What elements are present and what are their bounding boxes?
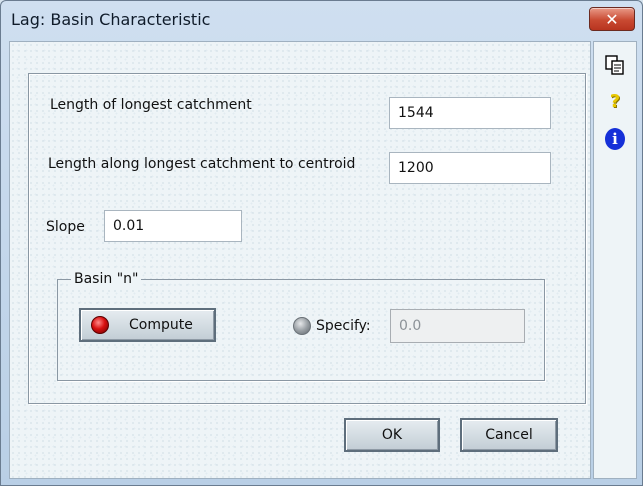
copy-tool-button[interactable] bbox=[602, 52, 628, 78]
length-centroid-label: Length along longest catchment to centro… bbox=[48, 156, 356, 172]
compute-radio-button[interactable]: Compute bbox=[79, 308, 216, 342]
info-icon: i bbox=[605, 128, 625, 150]
cancel-button[interactable]: Cancel bbox=[460, 418, 558, 452]
info-tool-button[interactable]: i bbox=[602, 126, 628, 152]
ok-label: OK bbox=[381, 427, 403, 443]
window-title: Lag: Basin Characteristic bbox=[11, 10, 211, 29]
ok-button[interactable]: OK bbox=[344, 418, 440, 452]
help-icon: ? bbox=[609, 90, 621, 112]
specify-radio-icon[interactable] bbox=[293, 317, 311, 335]
slope-input[interactable] bbox=[104, 210, 242, 242]
title-bar[interactable]: Lag: Basin Characteristic ✕ bbox=[1, 1, 642, 41]
basin-n-group-label: Basin "n" bbox=[71, 271, 142, 287]
compute-led-icon bbox=[91, 316, 109, 334]
compute-label: Compute bbox=[129, 317, 193, 333]
specify-input bbox=[390, 309, 525, 343]
side-toolbar: ? i bbox=[593, 41, 637, 479]
close-icon: ✕ bbox=[605, 9, 619, 29]
close-button[interactable]: ✕ bbox=[589, 7, 635, 31]
cancel-label: Cancel bbox=[485, 427, 533, 443]
slope-label: Slope bbox=[46, 219, 85, 235]
length-longest-label: Length of longest catchment bbox=[50, 97, 252, 113]
length-centroid-input[interactable] bbox=[389, 152, 551, 184]
copy-icon bbox=[605, 55, 624, 75]
length-longest-input[interactable] bbox=[389, 97, 551, 129]
help-tool-button[interactable]: ? bbox=[602, 88, 628, 114]
specify-label[interactable]: Specify: bbox=[316, 318, 371, 334]
